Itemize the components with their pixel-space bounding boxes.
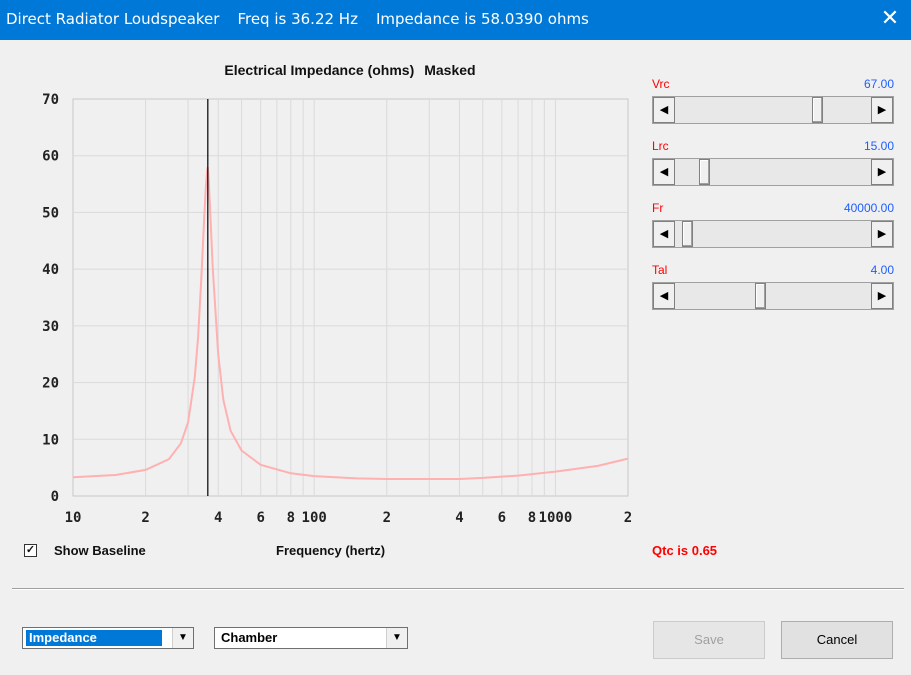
x-tick-label: 6: [256, 510, 264, 526]
scroll-thumb[interactable]: [699, 159, 711, 185]
enclosure-value: Chamber: [221, 630, 278, 645]
scroll-left-icon[interactable]: ◀: [653, 221, 675, 247]
checkmark-icon: ✓: [25, 544, 36, 556]
x-tick-label: 4: [455, 510, 463, 526]
frequency-readout: Freq is 36.22 Hz: [237, 10, 358, 28]
checkbox-box[interactable]: ✓: [24, 544, 37, 557]
slider-label: Vrc: [652, 77, 670, 91]
slider-value: 4.00: [870, 263, 894, 277]
x-tick-label: 8: [528, 510, 536, 526]
y-tick-label: 70: [42, 92, 59, 108]
slider-label: Lrc: [652, 139, 669, 153]
show-baseline-label: Show Baseline: [54, 543, 146, 558]
save-button[interactable]: Save: [653, 621, 765, 659]
app-title: Direct Radiator Loudspeaker: [6, 10, 220, 28]
scroll-right-icon[interactable]: ▶: [871, 97, 893, 123]
cancel-button[interactable]: Cancel: [781, 621, 893, 659]
scroll-thumb[interactable]: [811, 97, 823, 123]
scroll-thumb[interactable]: [754, 283, 766, 309]
y-tick-label: 20: [42, 376, 59, 392]
x-tick-label: 8: [287, 510, 295, 526]
slider-tal: Tal 4.00 ◀ ▶: [652, 263, 894, 311]
slider-value: 40000.00: [843, 201, 894, 215]
slider-value: 15.00: [863, 139, 894, 153]
x-tick-label: 4: [214, 510, 222, 526]
y-tick-label: 40: [42, 262, 59, 278]
scroll-right-icon[interactable]: ▶: [871, 221, 893, 247]
scroll-left-icon[interactable]: ◀: [653, 97, 675, 123]
x-tick-label: 2: [141, 510, 149, 526]
scroll-left-icon[interactable]: ◀: [653, 159, 675, 185]
tal-scrollbar[interactable]: ◀ ▶: [652, 282, 894, 310]
slider-label: Tal: [652, 263, 668, 277]
x-tick-label: 10: [65, 510, 82, 526]
scroll-thumb[interactable]: [682, 221, 694, 247]
y-tick-label: 60: [42, 149, 59, 165]
vrc-scrollbar[interactable]: ◀ ▶: [652, 96, 894, 124]
slider-label: Fr: [652, 201, 664, 215]
dialog-client: Electrical Impedance (ohms) Masked 0 10 20 3…: [0, 40, 911, 675]
plot-type-value: Impedance: [26, 630, 162, 646]
impedance-readout: Impedance is 58.0390 ohms: [375, 10, 589, 28]
fr-scrollbar[interactable]: ◀ ▶: [652, 220, 894, 248]
scroll-right-icon[interactable]: ▶: [871, 283, 893, 309]
y-tick-label: 0: [51, 489, 59, 505]
x-axis-label: Frequency (hertz): [276, 543, 386, 558]
show-baseline-checkbox[interactable]: ✓ Show Baseline: [24, 543, 146, 558]
slider-lrc: Lrc 15.00 ◀ ▶: [652, 139, 894, 187]
slider-value: 67.00: [863, 77, 894, 91]
y-tick-label: 30: [42, 319, 59, 335]
slider-vrc: Vrc 67.00 ◀ ▶: [652, 77, 894, 125]
chevron-down-icon[interactable]: ▼: [172, 628, 193, 648]
title-bar: Direct Radiator Loudspeaker Freq is 36.22…: [0, 0, 911, 40]
scroll-right-icon[interactable]: ▶: [871, 159, 893, 185]
chevron-down-icon[interactable]: ▼: [386, 628, 407, 648]
plot-type-select[interactable]: Impedance ▼: [22, 627, 194, 649]
impedance-chart: 01020304050607010 2 4 6 8 100 2 4 6 8 1000 2: [42, 92, 632, 526]
x-tick-label: 1000: [539, 510, 573, 526]
qtc-readout: Qtc is 0.65: [652, 543, 718, 558]
lrc-scrollbar[interactable]: ◀ ▶: [652, 158, 894, 186]
divider: [12, 588, 904, 590]
x-tick-label: 2: [383, 510, 391, 526]
close-icon[interactable]: ✕: [879, 6, 901, 32]
y-tick-label: 50: [42, 205, 59, 221]
slider-fr: Fr 40000.00 ◀ ▶: [652, 201, 894, 249]
window-title: Direct Radiator Loudspeaker Freq is 36.22…: [6, 10, 607, 28]
x-tick-label: 6: [498, 510, 506, 526]
y-tick-label: 10: [42, 432, 59, 448]
scroll-left-icon[interactable]: ◀: [653, 283, 675, 309]
x-tick-label: 100: [302, 510, 327, 526]
enclosure-select[interactable]: Chamber ▼: [214, 627, 408, 649]
x-tick-label: 2: [624, 510, 632, 526]
